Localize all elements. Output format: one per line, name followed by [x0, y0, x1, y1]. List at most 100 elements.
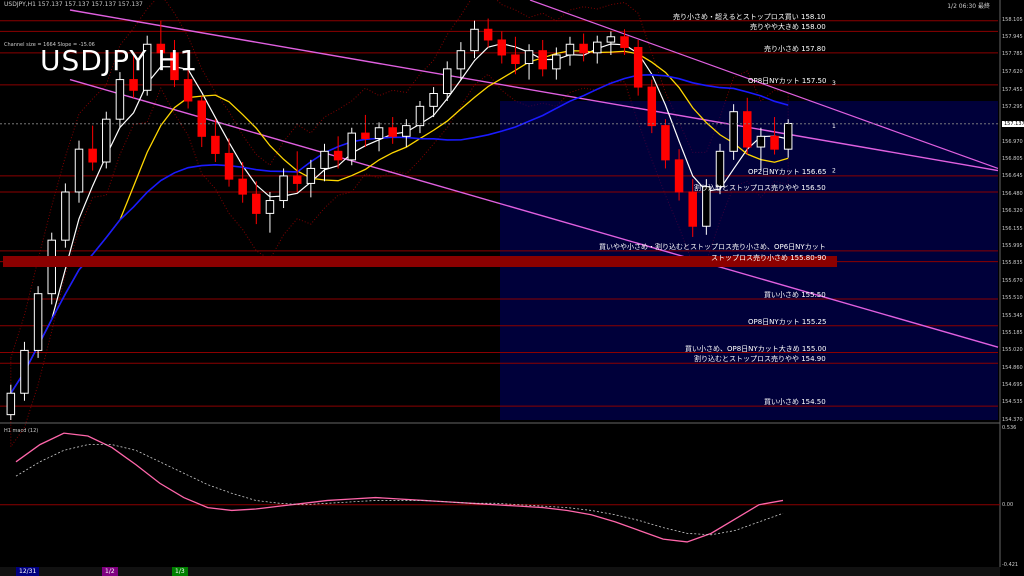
candle-body	[361, 132, 370, 139]
price-tick: 154.695	[1002, 382, 1023, 389]
marker-2: 2	[832, 168, 836, 175]
symbol-title: USDJPY H1	[40, 44, 199, 77]
candle-body	[115, 79, 125, 120]
candle-body	[497, 39, 507, 56]
candle-body	[415, 105, 425, 127]
price-tick: 157.785	[1002, 51, 1023, 58]
marker-1: 1	[832, 123, 836, 130]
candle-body	[402, 125, 411, 137]
candle-body	[674, 159, 684, 193]
candle-body	[47, 239, 56, 295]
price-tick: 156.970	[1002, 138, 1023, 145]
candle-body	[743, 111, 752, 148]
candle-body	[579, 43, 588, 54]
candle-body	[688, 191, 697, 227]
level-label: ストップロス売り小さめ 155.80-90	[711, 253, 827, 262]
macd-line	[15, 432, 784, 543]
candle-body	[20, 349, 29, 394]
time-bar	[0, 567, 1000, 576]
price-tick: 154.370	[1002, 417, 1023, 423]
candle-body	[729, 111, 738, 152]
candle-body	[702, 186, 711, 227]
macd-signal	[15, 444, 784, 536]
price-tick: 155.995	[1002, 243, 1023, 250]
price-tick: 157.455	[1002, 86, 1023, 93]
date-label-2: 1/2	[102, 567, 118, 576]
candle-body	[306, 167, 316, 184]
date-label-1: 12/31	[16, 567, 40, 576]
level-label: 買いやや小さめ・割り込むとストップロス売り小さめ、OP6日NYカット	[599, 242, 826, 251]
level-label: OP2日NYカット 156.65	[748, 167, 827, 176]
candle-body	[279, 175, 288, 202]
macd-label: H1 macd (12)	[4, 428, 39, 434]
macd-tick: 0.536	[1002, 425, 1017, 431]
candle-body	[347, 132, 357, 161]
candle-body	[102, 118, 111, 163]
candle-body	[129, 79, 138, 91]
candle-body	[592, 41, 602, 54]
price-tick: 158.105	[1002, 17, 1023, 24]
candle-body	[552, 54, 561, 70]
candle-body	[483, 28, 493, 41]
price-tick: 156.645	[1002, 173, 1023, 180]
candle-body	[633, 46, 643, 88]
level-label: 買い小さめ、OP8日NYカット大きめ 155.00	[685, 344, 827, 353]
candle-body	[715, 150, 725, 188]
level-label: 買い小さめ 154.50	[764, 398, 826, 407]
price-tick: 155.345	[1002, 312, 1023, 319]
candle-body	[224, 152, 234, 180]
candle-body	[661, 125, 670, 161]
candle-body	[6, 392, 16, 416]
price-tick: 156.320	[1002, 208, 1023, 215]
candle-body	[292, 175, 302, 184]
candle-body	[88, 148, 97, 163]
price-tick: 156.480	[1002, 191, 1023, 198]
price-tick: 156.805	[1002, 156, 1023, 163]
clock-readout: 1/2 06:30 最終	[947, 3, 990, 10]
price-chart[interactable]: 1 2 3	[0, 0, 1024, 576]
level-label: 買い小さめ 155.50	[764, 291, 826, 300]
level-label: OP8日NYカット 157.50	[748, 76, 827, 85]
candle-body	[511, 54, 520, 65]
candle-body	[442, 68, 452, 94]
price-tick: 157.620	[1002, 69, 1023, 76]
candle-body	[770, 135, 779, 150]
candle-body	[74, 148, 84, 193]
marker-3: 3	[832, 80, 836, 87]
candle-body	[620, 36, 629, 48]
candle-body	[565, 43, 575, 56]
candle-body	[252, 193, 261, 214]
price-tick: 154.535	[1002, 399, 1023, 406]
macd-tick: -0.421	[1002, 562, 1019, 568]
candle-body	[429, 92, 438, 107]
candle-body	[388, 127, 397, 137]
level-label: 割り込むとストップロス売りやや 156.50	[694, 183, 826, 192]
chart-info: USDJPY,H1 157.137 157.137 157.137 157.13…	[4, 1, 143, 8]
candle-body	[265, 200, 275, 214]
candle-body	[183, 79, 193, 102]
candle-body	[238, 178, 247, 195]
candle-body	[61, 191, 70, 241]
macd-tick: 0.00	[1002, 501, 1014, 508]
date-label-3: 1/3	[172, 567, 188, 576]
candle-body	[470, 28, 479, 52]
chart-window: 1 2 3 USDJPY,H1 157.137 157.137 157.137 15…	[0, 0, 1024, 576]
candle-body	[756, 135, 766, 148]
price-tick: 155.510	[1002, 294, 1023, 301]
candle-body	[783, 122, 793, 150]
price-tick: 157.295	[1002, 103, 1023, 110]
candle-body	[647, 86, 657, 127]
price-tick: 155.670	[1002, 277, 1023, 284]
candle-body	[333, 150, 343, 161]
candle-body	[524, 50, 534, 65]
candle-body	[197, 100, 207, 137]
level-label: OP8日NYカット 155.25	[748, 317, 827, 326]
candle-body	[606, 36, 616, 43]
price-tick: 155.020	[1002, 347, 1023, 354]
level-label: 売り小さめ・超えるとストップロス買い 158.10	[673, 12, 826, 21]
price-tick: 155.185	[1002, 329, 1023, 336]
level-label: 割り込むとストップロス売りやや 154.90	[694, 355, 826, 364]
candle-body	[456, 50, 466, 70]
price-tick: 154.860	[1002, 364, 1023, 371]
candle-body	[320, 150, 329, 169]
